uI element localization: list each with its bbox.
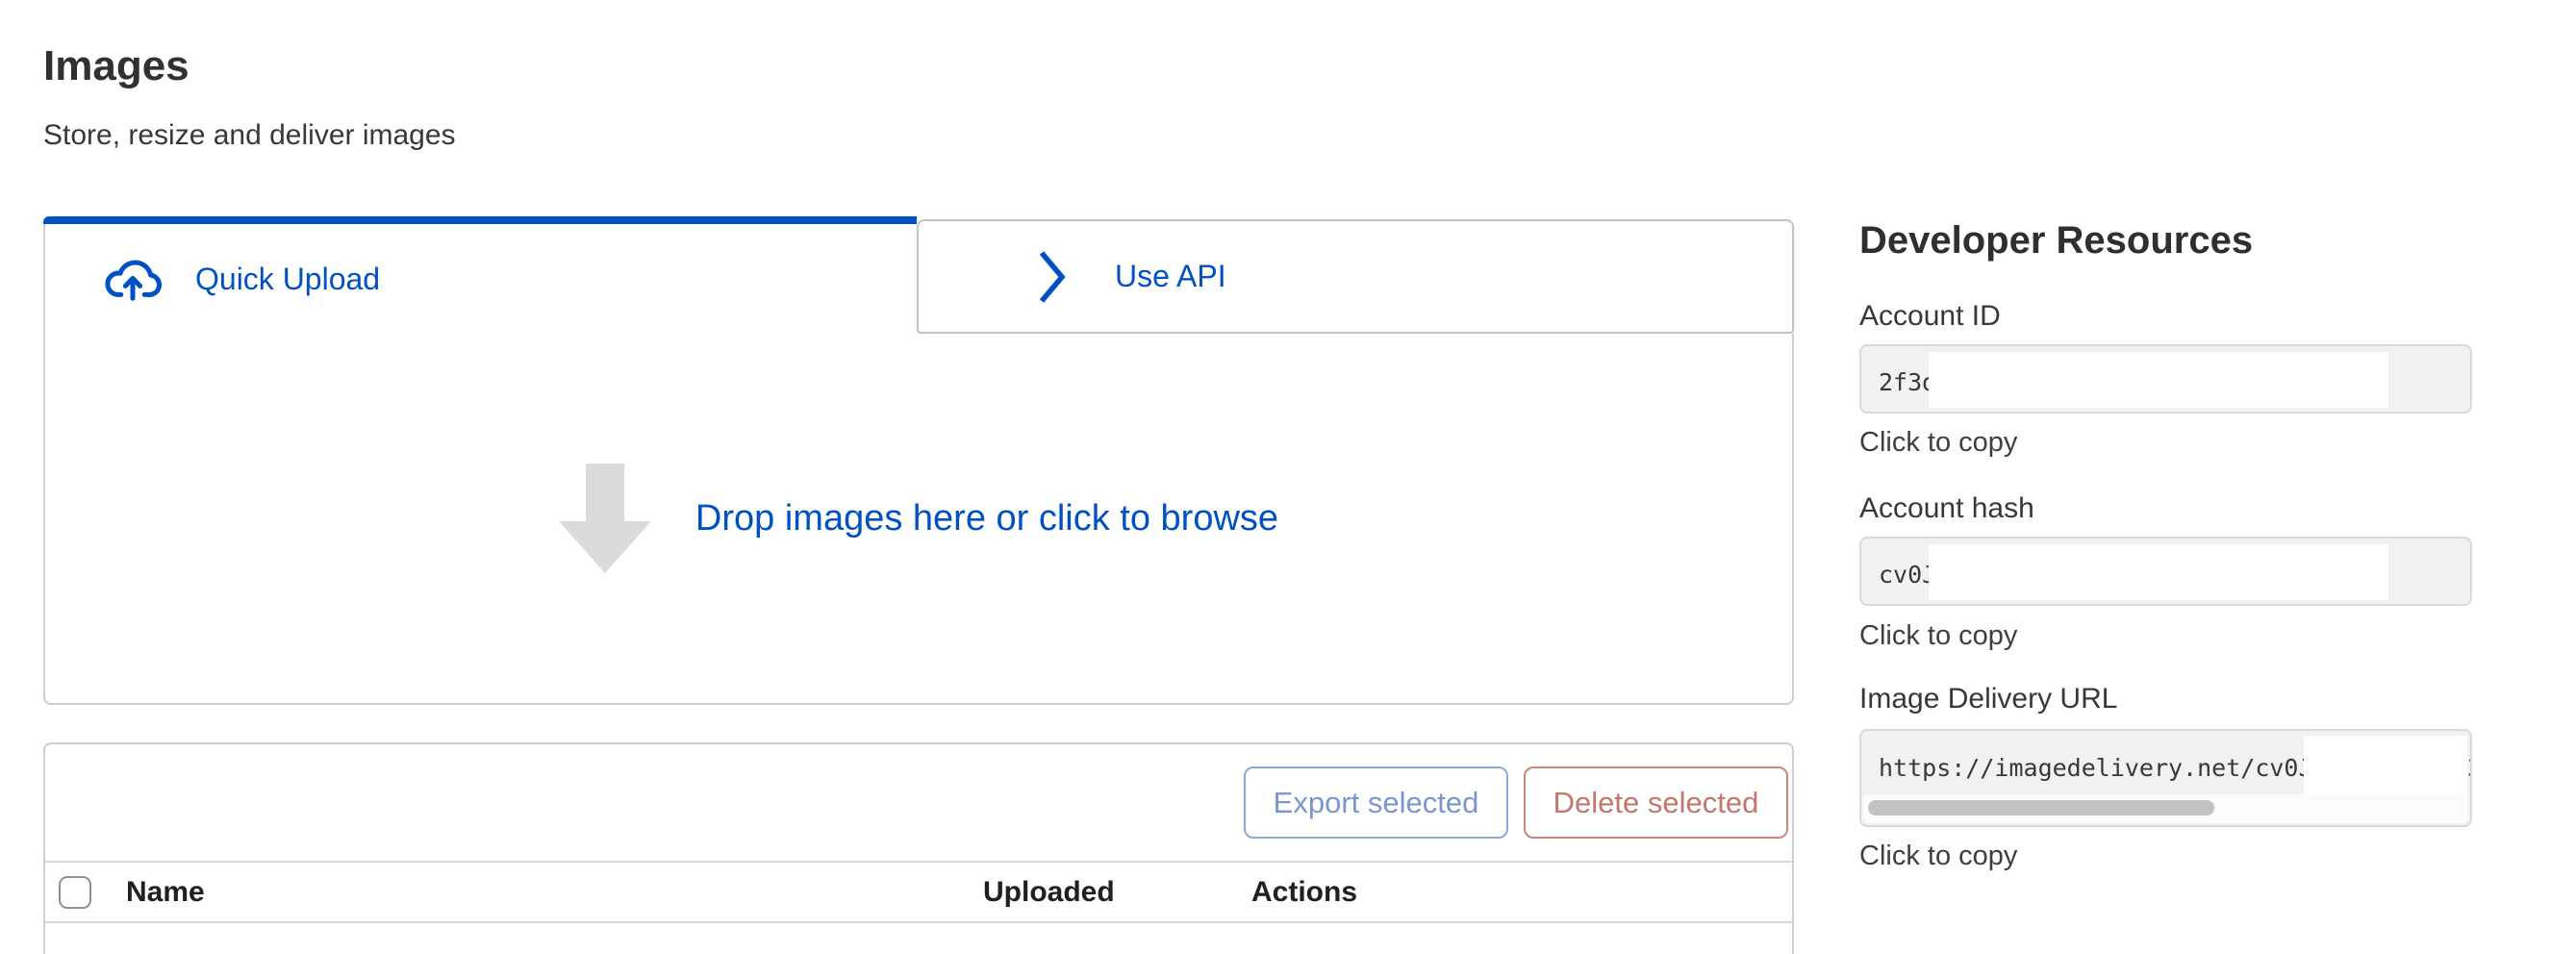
tab-quick-upload[interactable]: Quick Upload	[43, 224, 917, 334]
image-delivery-url-clipped-char: 3	[2467, 754, 2472, 782]
tab-use-api[interactable]: Use API	[917, 219, 1794, 334]
redaction-overlay	[2304, 736, 2467, 795]
page-title: Images	[43, 42, 189, 90]
account-hash-label: Account hash	[1859, 492, 2034, 525]
tab-use-api-label: Use API	[1115, 259, 1226, 294]
developer-resources-title: Developer Resources	[1859, 219, 2253, 263]
column-header-actions: Actions	[1251, 876, 1792, 909]
list-toolbar: Export selected Delete selected	[45, 744, 1792, 863]
dropzone-label: Drop images here or click to browse	[695, 498, 1278, 540]
account-id-copy-hint: Click to copy	[1859, 427, 2017, 459]
account-hash-field[interactable]: cv0J	[1859, 537, 2472, 606]
image-delivery-url-label: Image Delivery URL	[1859, 683, 2117, 716]
chevron-right-icon	[1038, 249, 1067, 305]
upload-panel: Quick Upload Use API Drop images here or…	[43, 216, 1794, 705]
active-tab-indicator	[43, 216, 917, 224]
delete-selected-button[interactable]: Delete selected	[1524, 766, 1788, 839]
account-id-label: Account ID	[1859, 300, 2001, 333]
horizontal-scrollbar-thumb[interactable]	[1868, 800, 2214, 816]
redaction-overlay	[1929, 352, 2388, 408]
export-selected-button[interactable]: Export selected	[1244, 766, 1508, 839]
account-hash-copy-hint: Click to copy	[1859, 620, 2017, 652]
horizontal-scrollbar	[1863, 794, 2468, 823]
column-header-name: Name	[126, 876, 983, 909]
table-header-row: Name Uploaded Actions	[45, 863, 1792, 923]
down-arrow-icon	[559, 464, 651, 573]
image-delivery-url-field[interactable]: https://imagedelivery.net/cv0JSj 3	[1859, 729, 2472, 827]
account-id-field[interactable]: 2f3d	[1859, 344, 2472, 414]
image-list-panel: Export selected Delete selected Name Upl…	[43, 742, 1794, 954]
tab-quick-upload-label: Quick Upload	[195, 262, 380, 297]
image-delivery-url-value: https://imagedelivery.net/cv0JSj	[1879, 754, 2342, 782]
select-all-checkbox[interactable]	[59, 876, 91, 909]
column-header-uploaded: Uploaded	[983, 876, 1251, 909]
image-delivery-url-copy-hint: Click to copy	[1859, 841, 2017, 872]
page-subtitle: Store, resize and deliver images	[43, 119, 456, 152]
image-dropzone[interactable]: Drop images here or click to browse	[43, 334, 1794, 705]
cloud-upload-icon	[101, 257, 164, 301]
redaction-overlay	[1929, 544, 2388, 600]
